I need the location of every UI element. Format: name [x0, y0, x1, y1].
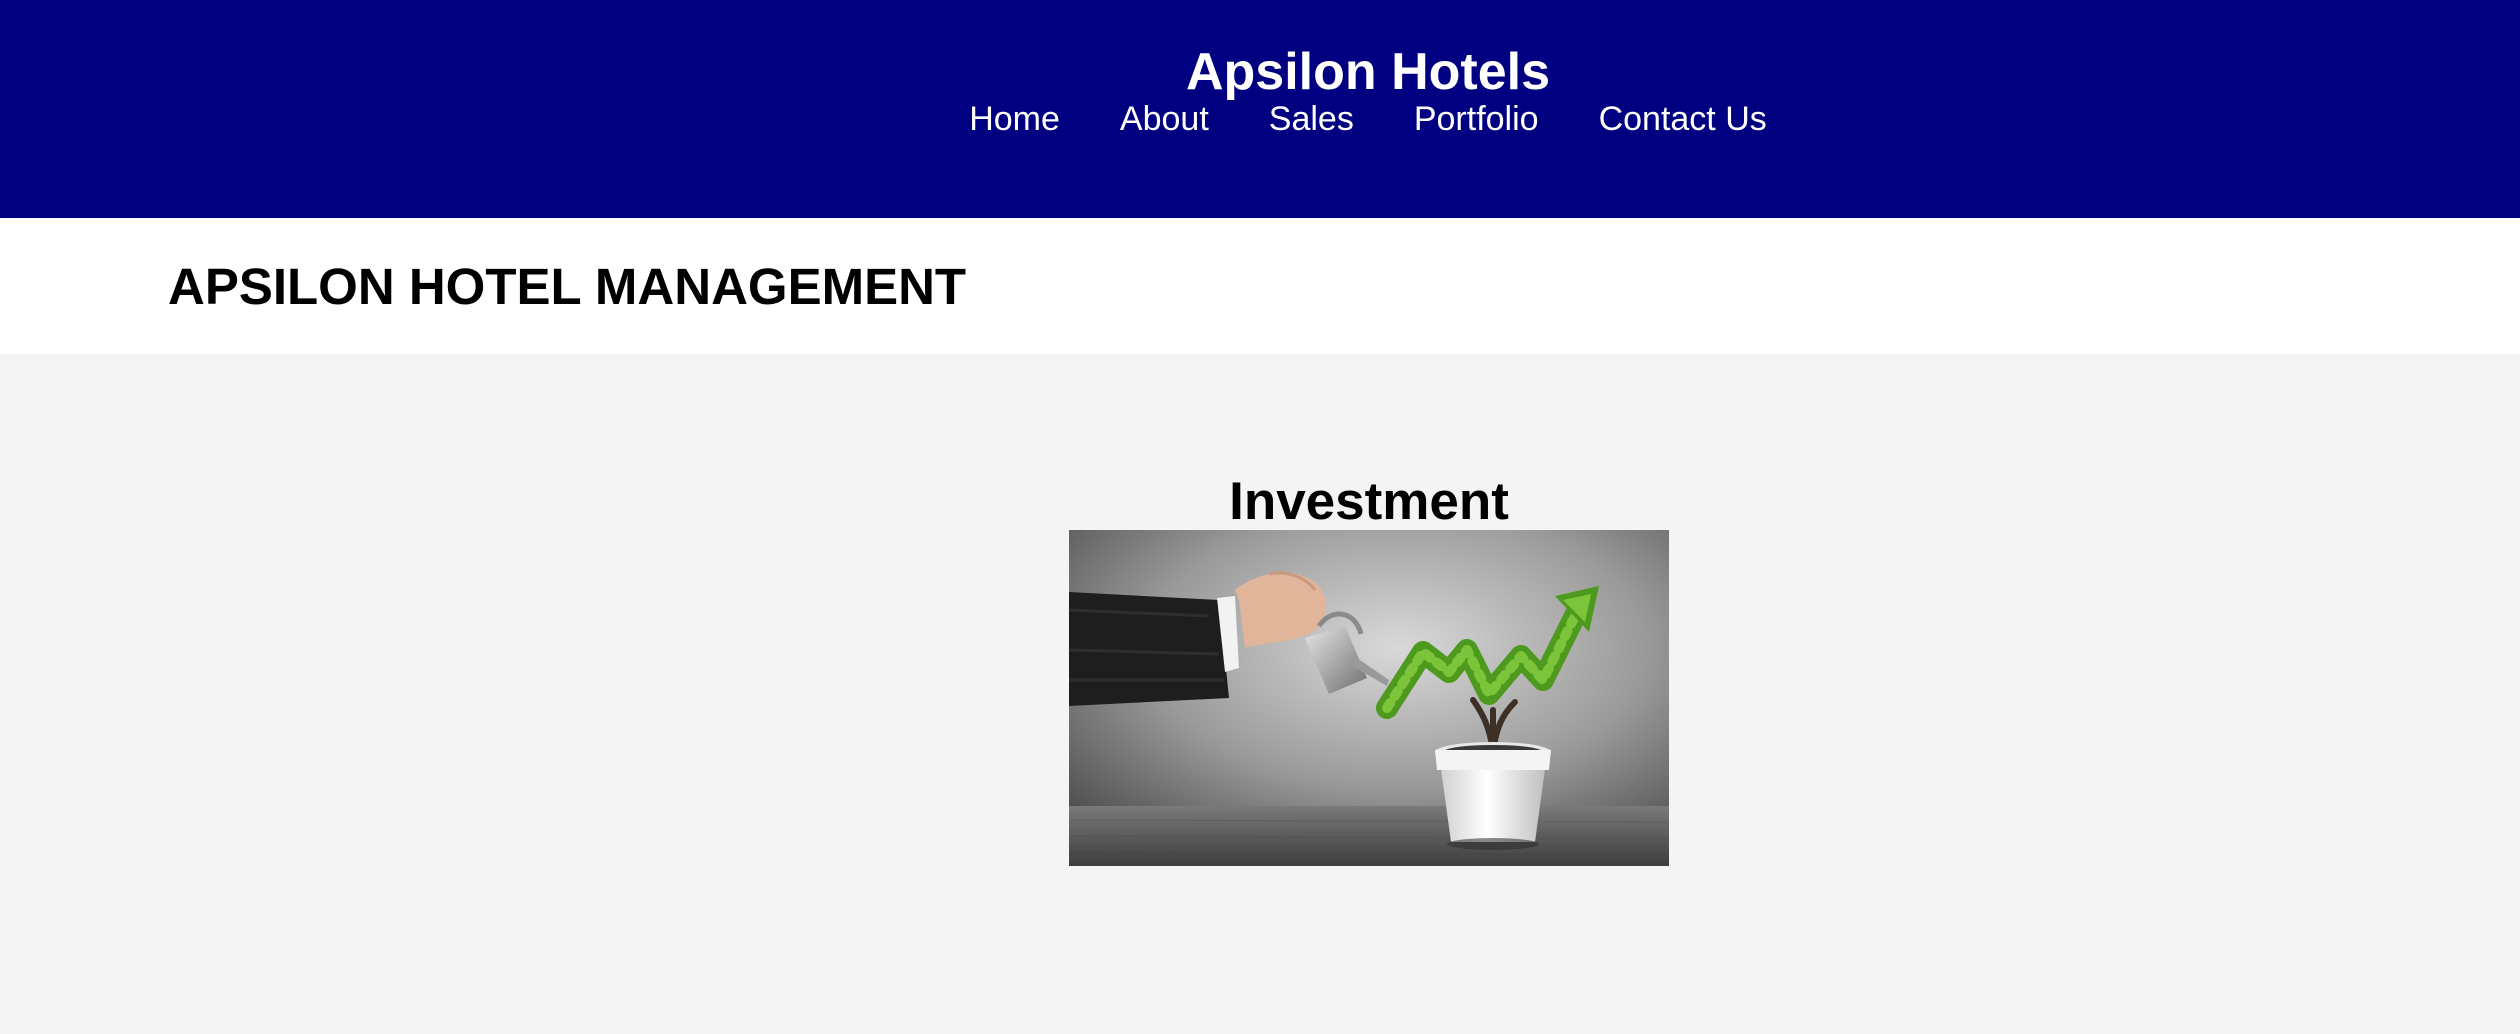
site-header: Apsilon Hotels Home About Sales Portfoli…: [0, 0, 2520, 218]
site-title: Apsilon Hotels: [1185, 43, 1551, 101]
page-title: APSILON HOTEL MANAGEMENT: [168, 258, 967, 315]
section-heading-investment: Investment: [1229, 472, 1509, 531]
investment-image: [1069, 530, 1669, 866]
main-content: Investment: [0, 354, 2520, 1034]
investment-illustration: [1069, 530, 1669, 866]
nav-item-home[interactable]: Home: [969, 96, 1060, 142]
page-banner: APSILON HOTEL MANAGEMENT: [0, 218, 2520, 354]
nav-item-about[interactable]: About: [1120, 96, 1209, 142]
nav-item-portfolio[interactable]: Portfolio: [1414, 96, 1539, 142]
main-nav: Home About Sales Portfolio Contact Us: [0, 96, 2520, 142]
nav-item-contact-us[interactable]: Contact Us: [1599, 96, 1767, 142]
nav-item-sales[interactable]: Sales: [1269, 96, 1354, 142]
